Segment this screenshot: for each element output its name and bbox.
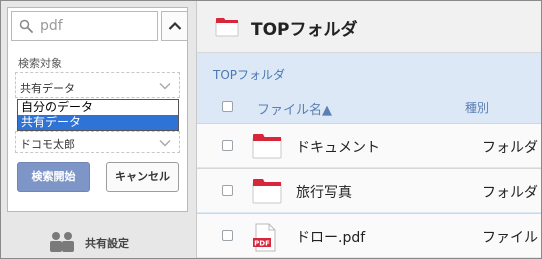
chevron-down-icon <box>159 83 171 90</box>
search-target-value: 共有データ <box>20 82 75 95</box>
search-target-label: 検索対象 <box>18 57 62 70</box>
folder-icon <box>252 134 282 159</box>
search-row: pdf <box>11 11 188 41</box>
row-type: ファイル <box>482 230 538 246</box>
folder-header: TOPフォルダ <box>197 1 541 53</box>
share-settings-link[interactable]: 共有設定 <box>1 223 196 258</box>
chevron-down-icon <box>159 140 171 147</box>
cancel-button[interactable]: キャンセル <box>106 162 179 192</box>
select-all-checkbox[interactable] <box>222 101 233 112</box>
table-row[interactable]: ドキュメント フォルダ <box>197 123 541 167</box>
table-header: ファイル名▲ 種別 <box>197 91 541 123</box>
search-start-button[interactable]: 検索開始 <box>17 162 90 192</box>
breadcrumb[interactable]: TOPフォルダ <box>213 66 285 83</box>
folder-icon <box>215 18 239 37</box>
search-icon <box>19 19 33 33</box>
folder-icon <box>252 179 282 204</box>
collapse-button[interactable] <box>161 11 188 41</box>
row-checkbox[interactable] <box>222 185 233 196</box>
pdf-file-icon: PDF <box>253 223 276 252</box>
file-list-panel: TOPフォルダ TOPフォルダ ファイル名▲ 種別 ドキュメント フォルダ 旅行… <box>196 1 541 258</box>
row-type: フォルダ <box>482 185 538 201</box>
search-query: pdf <box>40 18 63 34</box>
row-name: ドキュメント <box>296 140 380 156</box>
search-target-dropdown: 自分のデータ 共有データ <box>17 99 179 131</box>
row-name: 旅行写真 <box>296 185 352 201</box>
chevron-up-icon <box>168 21 182 30</box>
row-name: ドロー.pdf <box>296 230 366 246</box>
search-target-select[interactable]: 共有データ <box>15 72 180 98</box>
dropdown-option-my-data[interactable]: 自分のデータ <box>18 100 178 115</box>
column-header-filename[interactable]: ファイル名▲ <box>257 99 332 118</box>
table-row[interactable]: PDF ドロー.pdf ファイル <box>197 213 541 257</box>
user-select[interactable]: ドコモ太郎 <box>15 131 180 153</box>
search-input[interactable]: pdf <box>11 11 158 41</box>
row-type: フォルダ <box>482 140 538 156</box>
share-settings-label: 共有設定 <box>85 237 129 250</box>
page-title: TOPフォルダ <box>251 20 358 40</box>
svg-text:PDF: PDF <box>254 240 270 248</box>
users-icon <box>50 232 74 252</box>
row-checkbox[interactable] <box>222 140 233 151</box>
search-panel: pdf 検索対象 共有データ 自分のデータ 共有データ ドコモ太郎 検索開始 キ… <box>7 7 188 212</box>
user-select-value: ドコモ太郎 <box>20 138 75 151</box>
app-window: pdf 検索対象 共有データ 自分のデータ 共有データ ドコモ太郎 検索開始 キ… <box>0 0 542 259</box>
row-checkbox[interactable] <box>222 230 233 241</box>
dropdown-option-shared-data[interactable]: 共有データ <box>18 115 178 130</box>
left-panel: pdf 検索対象 共有データ 自分のデータ 共有データ ドコモ太郎 検索開始 キ… <box>1 1 196 258</box>
table-row[interactable]: 旅行写真 フォルダ <box>197 168 541 212</box>
column-header-type[interactable]: 種別 <box>465 99 489 116</box>
